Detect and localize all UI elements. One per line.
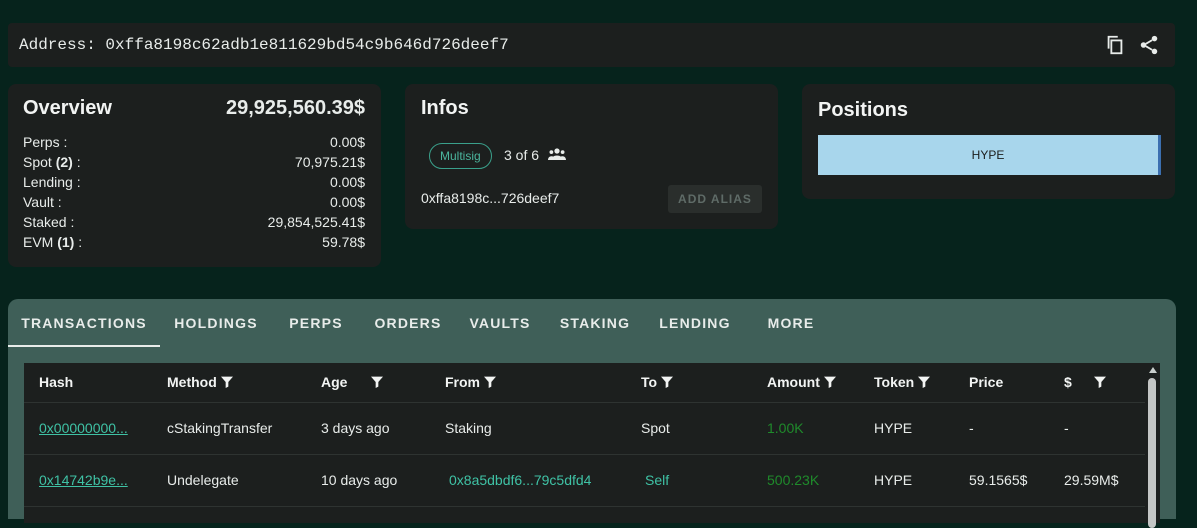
address-bar: Address: 0xffa8198c62adb1e811629bd54c9b6… (8, 23, 1175, 67)
row-value: 0.00$ (329, 134, 365, 150)
token-cell: HYPE (874, 420, 913, 436)
table-row: 0x14742b9e... Undelegate 10 days ago 0x8… (24, 455, 1145, 507)
row-value: 70,975.21$ (294, 154, 365, 170)
tab-staking[interactable]: STAKING (550, 299, 640, 347)
position-bar-hype[interactable]: HYPE (818, 135, 1161, 175)
to-self-link[interactable]: Self (645, 472, 669, 488)
amount-cell: 1.00K (767, 420, 804, 436)
row-label: Staked : (23, 214, 75, 230)
short-address: 0xffa8198c...726deef7 (421, 190, 560, 206)
from-cell: Staking (445, 420, 492, 436)
usd-cell: - (1064, 420, 1069, 436)
infos-title: Infos (421, 97, 469, 119)
filter-icon[interactable] (369, 374, 385, 390)
table-scrollbar[interactable] (1145, 363, 1160, 528)
method-cell: cStakingTransfer (167, 420, 273, 436)
row-label: Lending : (23, 174, 81, 190)
header-token: Token (874, 374, 932, 390)
age-cell: 10 days ago (321, 472, 398, 488)
overview-total: 29,925,560.39$ (225, 97, 365, 119)
filter-icon[interactable] (916, 374, 932, 390)
row-value: 59.78$ (322, 234, 365, 250)
to-cell: Spot (641, 420, 670, 436)
row-value: 0.00$ (329, 194, 365, 210)
tab-perps[interactable]: PERPS (276, 299, 356, 347)
filter-icon[interactable] (1092, 374, 1108, 390)
price-cell: - (969, 420, 974, 436)
table-header: Hash Method Age From To Amount Token Pri… (24, 363, 1145, 403)
overview-row-spot: Spot (2) : 70,975.21$ (23, 152, 365, 172)
multisig-chip: Multisig (429, 143, 492, 169)
address-text: Address: 0xffa8198c62adb1e811629bd54c9b6… (19, 36, 509, 54)
header-amount: Amount (767, 374, 838, 390)
header-hash: Hash (39, 374, 74, 390)
tab-holdings[interactable]: HOLDINGS (166, 299, 266, 347)
method-cell: Undelegate (167, 472, 239, 488)
transactions-table: Hash Method Age From To Amount Token Pri… (24, 363, 1145, 523)
tab-orders[interactable]: ORDERS (366, 299, 450, 347)
filter-icon[interactable] (482, 374, 498, 390)
infos-card: Infos Multisig 3 of 6 0xffa8198c...726de… (405, 84, 778, 229)
age-cell: 3 days ago (321, 420, 390, 436)
tab-vaults[interactable]: VAULTS (460, 299, 540, 347)
usd-cell: 29.59M$ (1064, 472, 1119, 488)
tab-bar: TRANSACTIONS HOLDINGS PERPS ORDERS VAULT… (8, 299, 1176, 347)
price-cell: 59.1565$ (969, 472, 1028, 488)
overview-row-lending: Lending : 0.00$ (23, 172, 365, 192)
row-label: Perps : (23, 134, 68, 150)
header-to: To (641, 374, 675, 390)
row-label: EVM (1) : (23, 234, 83, 250)
header-price: Price (969, 374, 1004, 390)
copy-icon[interactable] (1103, 33, 1127, 57)
hash-link[interactable]: 0x00000000... (39, 420, 128, 436)
overview-card: Overview 29,925,560.39$ Perps : 0.00$ Spo… (8, 84, 381, 267)
row-value: 0.00$ (329, 174, 365, 190)
filter-icon[interactable] (659, 374, 675, 390)
amount-cell: 500.23K (767, 472, 820, 488)
overview-title: Overview (23, 97, 112, 119)
filter-icon[interactable] (219, 374, 235, 390)
signers-count: 3 of 6 (504, 147, 540, 163)
header-from: From (445, 374, 498, 390)
share-icon[interactable] (1137, 33, 1161, 57)
scroll-up-arrow-icon[interactable] (1149, 367, 1157, 373)
tab-transactions[interactable]: TRANSACTIONS (8, 299, 160, 347)
token-cell: HYPE (874, 472, 913, 488)
hash-link[interactable]: 0x14742b9e... (39, 472, 128, 488)
header-usd: $ (1064, 374, 1108, 390)
positions-title: Positions (818, 99, 909, 121)
table-row: 0x00000000... cStakingTransfer 3 days ag… (24, 403, 1145, 455)
filter-icon[interactable] (822, 374, 838, 390)
row-label: Vault : (23, 194, 62, 210)
scrollbar-thumb[interactable] (1148, 378, 1156, 528)
tabs-panel: TRANSACTIONS HOLDINGS PERPS ORDERS VAULT… (8, 299, 1176, 528)
group-icon (548, 147, 566, 166)
overview-row-evm: EVM (1) : 59.78$ (23, 232, 365, 252)
overview-row-vault: Vault : 0.00$ (23, 192, 365, 212)
positions-card: Positions HYPE (802, 84, 1175, 199)
header-age: Age (321, 374, 385, 390)
add-alias-button[interactable]: ADD ALIAS (668, 185, 762, 213)
tab-lending[interactable]: LENDING (650, 299, 740, 347)
tab-more[interactable]: MORE (756, 299, 826, 347)
overview-row-staked: Staked : 29,854,525.41$ (23, 212, 365, 232)
header-method: Method (167, 374, 235, 390)
overview-row-perps: Perps : 0.00$ (23, 132, 365, 152)
row-value: 29,854,525.41$ (267, 214, 365, 230)
row-label: Spot (2) : (23, 154, 81, 170)
from-address-link[interactable]: 0x8a5dbdf6...79c5dfd4 (449, 472, 591, 488)
